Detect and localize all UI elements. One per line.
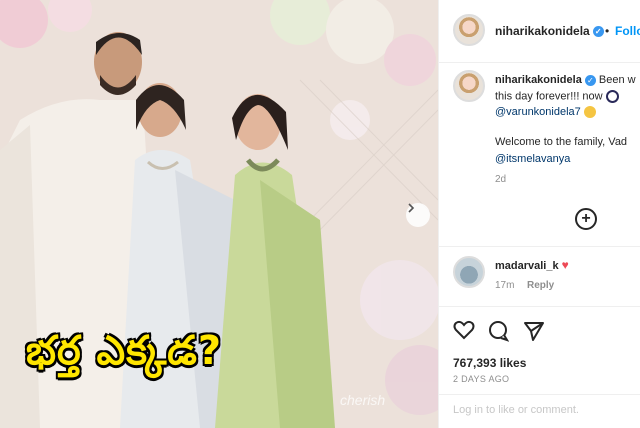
verified-badge-icon: ✓ (592, 26, 604, 38)
comment-2-time: 17m (495, 280, 515, 291)
commenter-avatar[interactable] (453, 256, 485, 288)
post-date: 2 DAYS AGO (453, 374, 510, 384)
login-prompt[interactable]: Log in to like or comment. (453, 404, 579, 416)
next-photo-button[interactable] (406, 203, 430, 227)
caption-text-3: Welcome to the family, Vad (495, 136, 628, 148)
avatar[interactable] (453, 14, 485, 46)
comment-bubble-icon[interactable] (487, 320, 509, 342)
comment-avatar[interactable] (453, 70, 485, 102)
chevron-right-icon (408, 203, 415, 213)
post-header: niharikakonidela✓ • Follo (439, 0, 640, 63)
post-photo: cherish భర్త ఎక్కడ? (0, 0, 438, 428)
caption-line-3: @varunkonidela7 (495, 106, 596, 119)
like-heart-icon[interactable] (453, 320, 475, 340)
caption-line-1: niharikakonidela ✓ Been w (495, 74, 636, 86)
separator-dot: • (605, 24, 610, 38)
smiling-face-emoji-icon (583, 106, 596, 119)
red-heart-emoji-icon: ♥ (561, 258, 569, 272)
post-details-panel: niharikakonidela✓ • Follo niharikakonide… (438, 0, 640, 428)
header-username-text[interactable]: niharikakonidela (495, 24, 590, 38)
reply-button[interactable]: Reply (527, 280, 554, 291)
caption-username[interactable]: niharikakonidela (495, 74, 582, 86)
header-username[interactable]: niharikakonidela ✓ (495, 24, 604, 38)
load-more-comments-icon[interactable]: + (575, 208, 597, 230)
share-send-icon[interactable] (523, 320, 545, 342)
verified-badge-icon: ✓ (584, 74, 596, 86)
likes-count[interactable]: 767,393 likes (453, 356, 526, 370)
caption-line-2: this day forever!!! now (495, 90, 619, 103)
divider (439, 394, 640, 395)
mention-varun[interactable]: @varunkonidela7 (495, 106, 581, 118)
photo-watermark: cherish (340, 392, 386, 408)
overlay-caption: భర్త ఎక్కడ? (26, 328, 223, 374)
evil-eye-emoji-icon (605, 90, 619, 103)
caption-text-1: Been w (598, 74, 636, 86)
caption-text-2: this day forever!!! now (495, 90, 603, 103)
divider (439, 306, 640, 307)
comment-2-line: madarvali_k ♥ (495, 258, 569, 272)
follow-button[interactable]: Follo (615, 24, 640, 38)
comment-2-username[interactable]: madarvali_k (495, 260, 559, 272)
divider (439, 246, 640, 247)
mention-lavanya[interactable]: @itsmelavanya (495, 153, 570, 165)
caption-time: 2d (495, 174, 507, 185)
